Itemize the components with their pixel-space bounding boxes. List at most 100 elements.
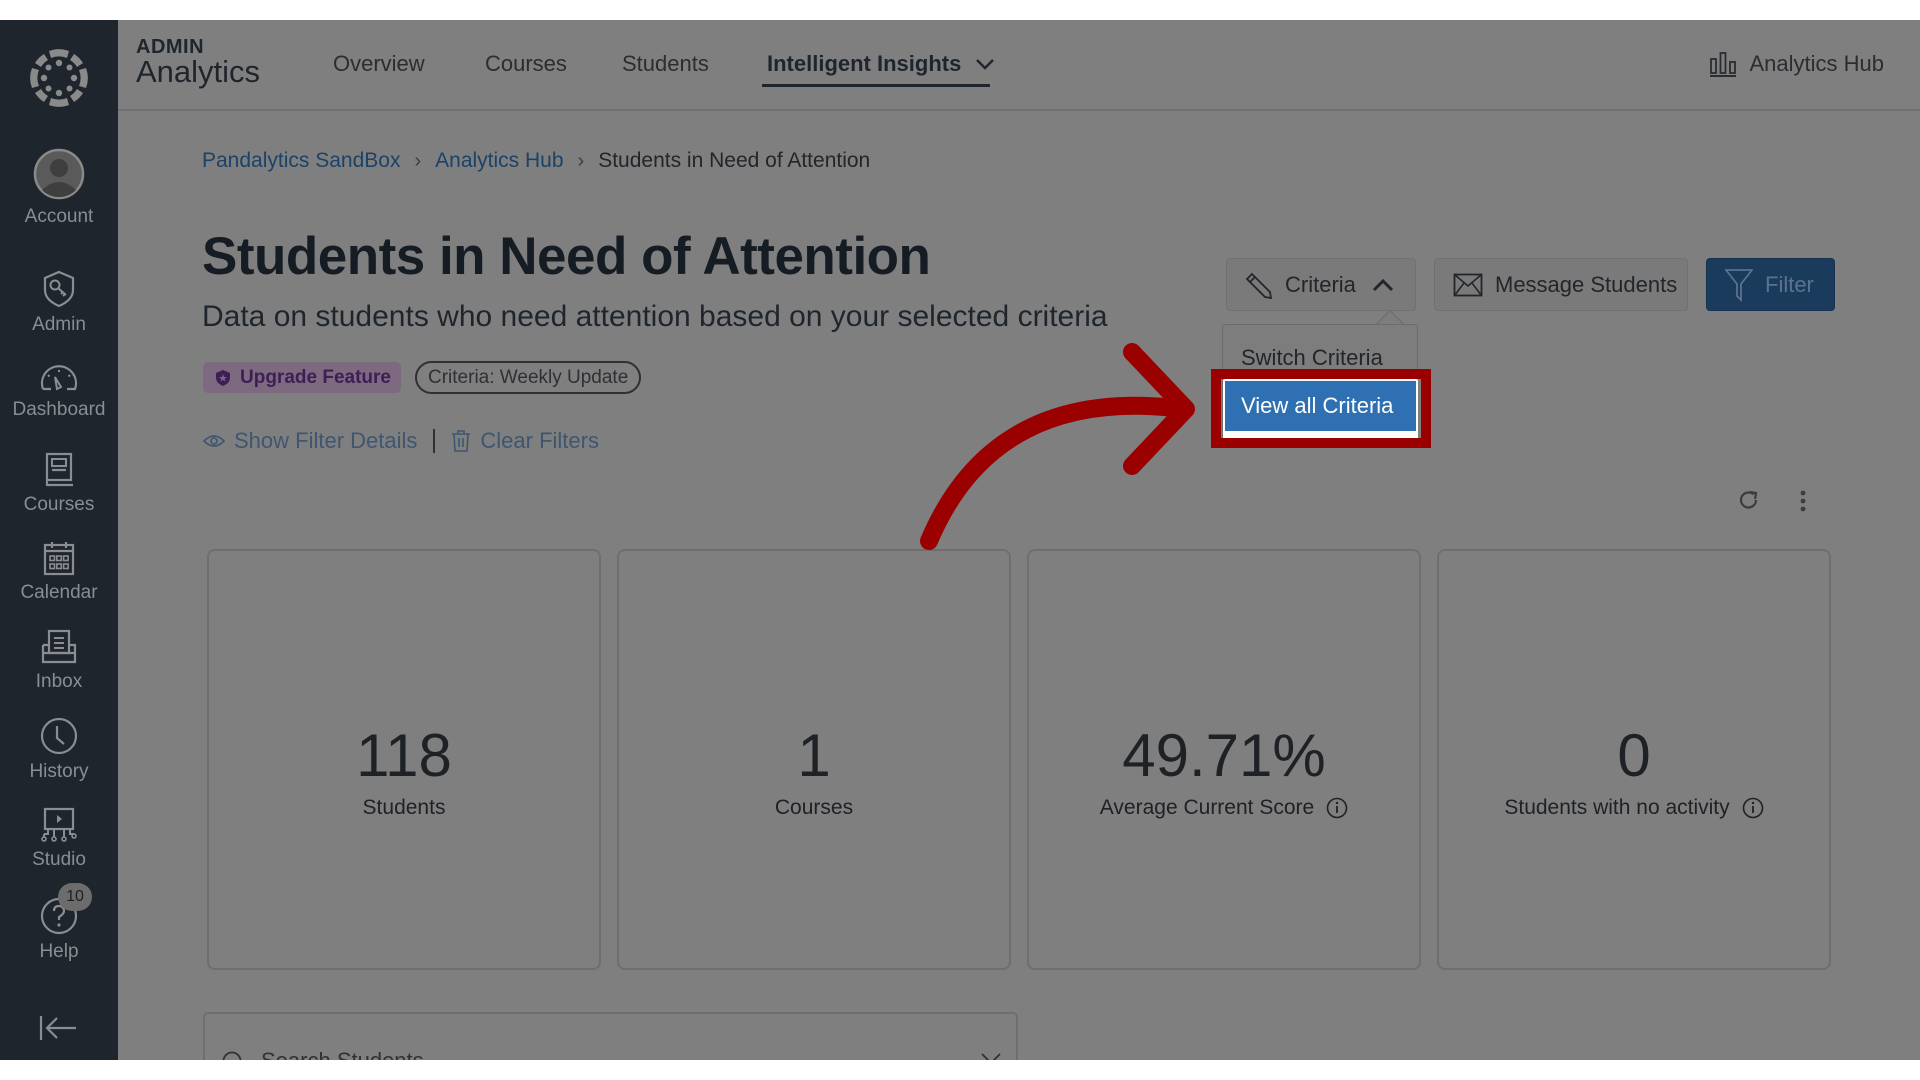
- metric-value: 0: [1617, 722, 1651, 789]
- inbox-icon: [41, 629, 77, 664]
- eye-icon: [203, 435, 225, 447]
- metric-card-courses: 1 Courses: [617, 549, 1011, 970]
- page-title: Students in Need of Attention: [202, 227, 931, 286]
- app-title: Analytics: [136, 54, 261, 89]
- info-icon[interactable]: [1742, 797, 1764, 819]
- divider: [433, 429, 436, 453]
- global-nav-sidebar: Account Admin Dashboard Courses Calendar…: [0, 20, 118, 1060]
- sidebar-item-help[interactable]: 10 Help: [0, 883, 118, 963]
- sidebar-item-label: Help: [39, 941, 79, 962]
- info-icon[interactable]: [1326, 797, 1348, 819]
- annotation-arrow-head: [1123, 343, 1195, 475]
- chevron-down-icon: [976, 59, 995, 70]
- upgrade-feature-badge[interactable]: Upgrade Feature: [203, 362, 401, 393]
- show-filter-details-link[interactable]: Show Filter Details: [203, 428, 417, 454]
- breadcrumb-link-analytics-hub[interactable]: Analytics Hub: [435, 149, 563, 173]
- analytics-hub-label: Analytics Hub: [1749, 51, 1884, 76]
- chevron-right-icon: ›: [414, 149, 422, 172]
- annotation-highlight-box: [1211, 369, 1431, 448]
- metric-label: Courses: [619, 796, 1009, 820]
- sidebar-item-label: History: [29, 761, 89, 782]
- metric-label: Average Current Score: [1029, 796, 1419, 820]
- tab-label: Intelligent Insights: [767, 51, 962, 76]
- metric-value: 49.71%: [1122, 722, 1326, 789]
- sidebar-item-admin[interactable]: Admin: [0, 270, 118, 336]
- avatar-icon: [33, 148, 85, 200]
- metric-card-students: 118 Students: [207, 549, 601, 970]
- sidebar-item-label: Courses: [23, 494, 95, 515]
- bar-chart-icon: [1710, 52, 1737, 77]
- collapse-left-icon[interactable]: [38, 1014, 78, 1042]
- sidebar-item-account[interactable]: Account: [0, 148, 118, 228]
- calendar-icon: [43, 542, 75, 576]
- annotation-arrow-shaft: [920, 396, 1192, 550]
- breadcrumb-current: Students in Need of Attention: [598, 149, 871, 172]
- sidebar-item-label: Studio: [32, 849, 86, 870]
- search-students-input[interactable]: [261, 1048, 911, 1060]
- metric-label: Students with no activity: [1439, 796, 1829, 820]
- tab-intelligent-insights[interactable]: Intelligent Insights: [767, 51, 995, 77]
- sidebar-item-dashboard[interactable]: Dashboard: [0, 363, 118, 421]
- metric-card-average-score: 49.71% Average Current Score: [1027, 549, 1421, 970]
- message-students-label: Message Students: [1495, 271, 1678, 297]
- shield-star-icon: [216, 369, 230, 386]
- show-filter-details-label: Show Filter Details: [234, 428, 418, 453]
- chevron-right-icon: ›: [577, 149, 585, 172]
- metric-label-text: Average Current Score: [1099, 796, 1315, 819]
- filter-button[interactable]: Filter: [1706, 258, 1835, 311]
- canvas-logo-icon[interactable]: [27, 46, 91, 110]
- menu-item-switch-criteria[interactable]: Switch Criteria: [1241, 345, 1383, 371]
- metric-label-text: Students: [362, 796, 446, 819]
- envelope-icon: [1453, 273, 1483, 296]
- help-notification-badge: 10: [58, 883, 92, 911]
- search-icon: [222, 1051, 242, 1060]
- sidebar-item-label: Calendar: [20, 582, 98, 603]
- book-icon: [45, 452, 73, 487]
- search-students-field[interactable]: [203, 1012, 1018, 1060]
- filter-links: Show Filter Details Clear Filters: [203, 428, 599, 454]
- trash-icon: [452, 430, 471, 452]
- sidebar-item-label: Admin: [32, 314, 86, 335]
- filter-label: Filter: [1765, 271, 1814, 297]
- metric-label: Students: [209, 796, 599, 820]
- sidebar-item-label: Account: [24, 206, 94, 227]
- metric-label-text: Students with no activity: [1504, 796, 1730, 819]
- speedometer-icon: [40, 365, 78, 391]
- tab-students[interactable]: Students: [622, 51, 709, 77]
- sidebar-item-studio[interactable]: Studio: [0, 807, 118, 871]
- sidebar-item-inbox[interactable]: Inbox: [0, 629, 118, 693]
- tab-courses[interactable]: Courses: [485, 51, 567, 77]
- app-window: Account Admin Dashboard Courses Calendar…: [0, 20, 1920, 1060]
- sidebar-item-label: Inbox: [35, 671, 83, 692]
- chevron-up-icon: [1372, 278, 1393, 291]
- breadcrumb-link-sandbox[interactable]: Pandalytics SandBox: [202, 149, 400, 173]
- metric-label-text: Courses: [774, 796, 854, 819]
- metric-card-no-activity: 0 Students with no activity: [1437, 549, 1831, 970]
- breadcrumb: Pandalytics SandBox › Analytics Hub › St…: [202, 149, 870, 173]
- sidebar-item-history[interactable]: History: [0, 717, 118, 783]
- clock-icon: [40, 717, 78, 755]
- refresh-icon[interactable]: [1738, 489, 1760, 511]
- metric-value: 118: [356, 722, 452, 789]
- tab-overview[interactable]: Overview: [333, 51, 425, 77]
- app-header: ADMIN Analytics Overview Courses Student…: [118, 20, 1920, 111]
- active-tab-indicator: [762, 84, 990, 87]
- analytics-hub-link[interactable]: Analytics Hub: [1709, 51, 1884, 77]
- message-students-button[interactable]: Message Students: [1434, 258, 1688, 311]
- criteria-badge: Criteria: Weekly Update: [415, 361, 642, 394]
- sidebar-item-label: Dashboard: [12, 399, 106, 420]
- pencil-icon: [1245, 272, 1273, 299]
- criteria-label: Criteria: [1285, 271, 1356, 297]
- chevron-down-icon[interactable]: [980, 1052, 1002, 1060]
- page-subtitle: Data on students who need attention base…: [202, 300, 1108, 333]
- shield-key-icon: [43, 270, 75, 308]
- studio-icon: [41, 807, 77, 842]
- sidebar-item-calendar[interactable]: Calendar: [0, 540, 118, 604]
- sidebar-item-courses[interactable]: Courses: [0, 452, 118, 516]
- funnel-icon: [1725, 268, 1753, 302]
- clear-filters-link[interactable]: Clear Filters: [451, 428, 599, 454]
- criteria-button[interactable]: Criteria: [1226, 258, 1416, 311]
- metric-value: 1: [797, 722, 831, 789]
- upgrade-feature-label: Upgrade Feature: [240, 366, 391, 388]
- kebab-menu-icon[interactable]: [1797, 489, 1809, 513]
